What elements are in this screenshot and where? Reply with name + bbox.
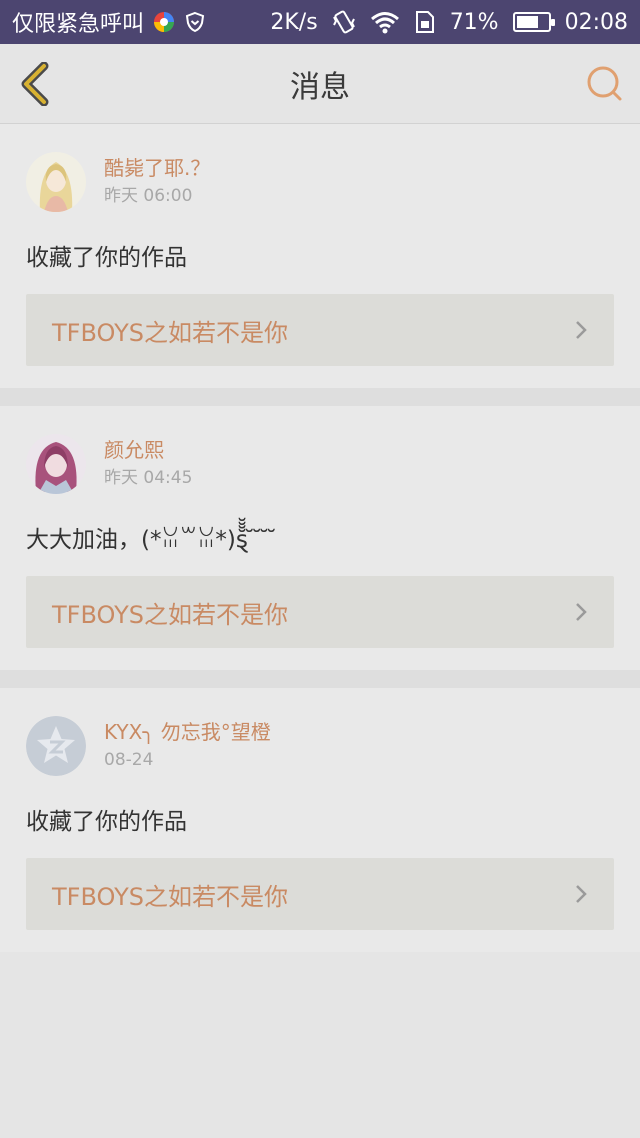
work-title: TFBOYS之如若不是你 <box>52 600 288 629</box>
shield-icon <box>184 11 206 33</box>
message-card: 酷毙了耶.？ 昨天 06:00 收藏了你的作品 TFBOYS之如若不是你 <box>0 124 640 406</box>
work-link[interactable]: TFBOYS之如若不是你 <box>26 576 614 648</box>
message-time: 昨天 04:45 <box>104 468 193 488</box>
chevron-right-icon <box>576 321 587 339</box>
user-avatar[interactable] <box>26 434 86 494</box>
username[interactable]: 颜允熙 <box>104 436 192 464</box>
message-list: 酷毙了耶.？ 昨天 06:00 收藏了你的作品 TFBOYS之如若不是你 颜允熙… <box>0 124 640 952</box>
username[interactable]: 酷毙了耶.？ <box>104 154 210 182</box>
carrier-text: 仅限紧急呼叫 <box>12 12 145 37</box>
app-notification-icon <box>152 10 176 34</box>
chevron-right-icon <box>576 603 587 621</box>
top-nav-bar: 消息 <box>0 44 640 124</box>
battery-level <box>516 16 538 28</box>
search-button[interactable] <box>584 64 626 104</box>
message-content: 大大加油，(*ꈍ꒳ꈍ*)ȿ̆̆̆̆ ̆ ̆ ̆ ̆ <box>26 527 278 553</box>
work-title: TFBOYS之如若不是你 <box>52 882 288 911</box>
sim-card-icon <box>414 10 436 34</box>
network-speed: 2K/s <box>270 9 318 35</box>
username[interactable]: KYX╮ 勿忘我°望橙 <box>104 718 271 746</box>
chevron-right-icon <box>576 885 587 903</box>
work-title: TFBOYS之如若不是你 <box>52 318 288 347</box>
anime-girl-pink-avatar-icon <box>26 434 86 494</box>
work-link[interactable]: TFBOYS之如若不是你 <box>26 294 614 366</box>
message-card: 颜允熙 昨天 04:45 大大加油，(*ꈍ꒳ꈍ*)ȿ̆̆̆̆ ̆ ̆ ̆ ̆ T… <box>0 406 640 688</box>
message-time: 08-24 <box>104 750 154 770</box>
back-button[interactable] <box>16 61 52 107</box>
status-bar: 仅限紧急呼叫 2K/s 71% 02:08 <box>0 0 640 44</box>
wifi-icon <box>370 10 400 34</box>
message-content: 收藏了你的作品 <box>26 809 187 835</box>
message-time: 昨天 06:00 <box>104 186 193 206</box>
search-icon <box>587 66 622 101</box>
back-arrow-icon <box>21 61 49 107</box>
battery-percent: 71% <box>449 9 499 35</box>
page-title: 消息 <box>290 69 350 105</box>
anime-girl-blonde-avatar-icon <box>26 152 86 212</box>
user-avatar[interactable] <box>26 716 86 776</box>
user-avatar[interactable] <box>26 152 86 212</box>
message-card: KYX╮ 勿忘我°望橙 08-24 收藏了你的作品 TFBOYS之如若不是你 <box>0 688 640 952</box>
message-content: 收藏了你的作品 <box>26 245 187 271</box>
default-star-avatar-icon <box>26 716 86 776</box>
battery-icon <box>512 12 555 32</box>
vibrate-icon <box>332 9 356 35</box>
clock: 02:08 <box>564 9 628 35</box>
work-link[interactable]: TFBOYS之如若不是你 <box>26 858 614 930</box>
